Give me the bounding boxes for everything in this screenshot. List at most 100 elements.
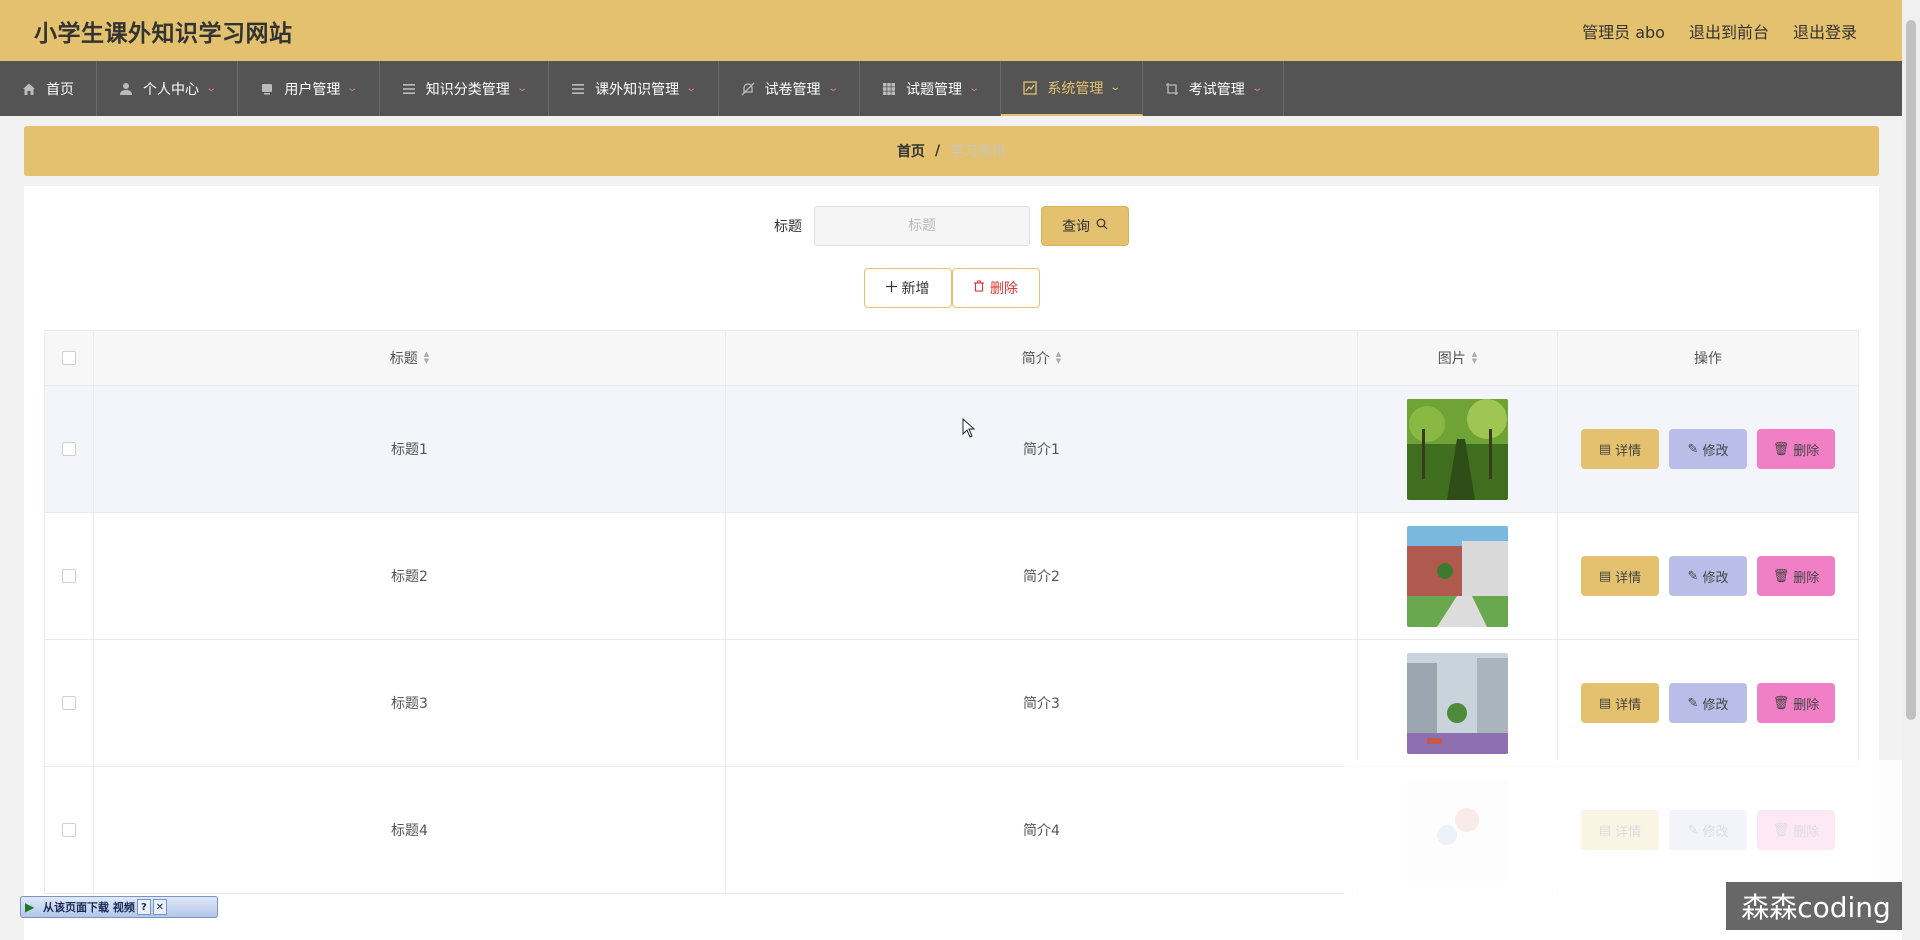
row-checkbox[interactable] [62, 442, 76, 456]
nav-label: 用户管理 [284, 81, 341, 98]
delete-label: 删除 [1793, 570, 1820, 586]
scrollbar-thumb[interactable] [1906, 20, 1916, 720]
nav-item-knowledge-category[interactable]: 知识分类管理 ⌄ [380, 61, 550, 116]
chevron-down-icon: ⌄ [685, 83, 698, 94]
search-icon [1096, 218, 1108, 234]
home-icon [22, 82, 36, 96]
title-search-input[interactable] [814, 206, 1030, 246]
header-title: 标题 [389, 351, 418, 367]
nav-label: 课外知识管理 [595, 81, 680, 98]
detail-button[interactable]: ▤详情 [1581, 556, 1659, 596]
pencil-icon: ✎ [1687, 568, 1699, 584]
header-checkbox-cell [44, 331, 94, 385]
row-intro: 简介1 [726, 386, 1358, 512]
thumbnail-image[interactable] [1407, 398, 1508, 500]
search-form: 标题 查询 [24, 206, 1879, 246]
row-checkbox-cell [44, 386, 94, 512]
delete-button[interactable]: 🗑删除 [1757, 683, 1835, 723]
delete-button[interactable]: 🗑删除 [1757, 556, 1835, 596]
nav-item-home[interactable]: 首页 [0, 61, 97, 116]
mouse-cursor-icon [962, 418, 976, 438]
nav-item-users[interactable]: 用户管理 ⌄ [238, 61, 380, 116]
nav-item-questions[interactable]: 试题管理 ⌄ [860, 61, 1002, 116]
edit-button[interactable]: ✎修改 [1669, 429, 1747, 469]
chevron-down-icon: ⌄ [968, 83, 981, 94]
row-checkbox[interactable] [62, 696, 76, 710]
nav-item-exams[interactable]: 考试管理 ⌄ [1143, 61, 1285, 116]
row-checkbox[interactable] [62, 569, 76, 583]
nav-item-extracurricular[interactable]: 课外知识管理 ⌄ [549, 61, 719, 116]
batch-delete-button[interactable]: 删除 [951, 268, 1040, 308]
sort-icon[interactable]: ▲ ▼ [1472, 351, 1477, 365]
header-operation-cell: 操作 [1558, 331, 1859, 385]
to-front-link[interactable]: 退出到前台 [1689, 19, 1769, 43]
site-title: 小学生课外知识学习网站 [34, 20, 293, 47]
nav-label: 知识分类管理 [425, 81, 510, 98]
list-icon [402, 82, 416, 96]
header-title-cell[interactable]: 标题 ▲ ▼ [94, 331, 726, 385]
nav-label: 首页 [46, 81, 74, 98]
table-header-row: 标题 ▲ ▼ 简介 ▲ ▼ 图片 ▲ ▼ 操作 [44, 330, 1859, 386]
row-intro: 简介4 [726, 767, 1358, 893]
batch-delete-label: 删除 [990, 281, 1018, 297]
nav-item-papers[interactable]: 试卷管理 ⌄ [719, 61, 860, 116]
row-intro: 简介2 [726, 513, 1358, 639]
breadcrumb-separator: / [934, 143, 941, 159]
breadcrumb-home[interactable]: 首页 [897, 141, 925, 161]
help-icon[interactable]: ? [136, 899, 151, 915]
document-icon: ▤ [1598, 695, 1612, 711]
header-intro-cell[interactable]: 简介 ▲ ▼ [726, 331, 1358, 385]
thumbnail-image[interactable] [1407, 652, 1508, 754]
plus-icon [885, 280, 897, 296]
download-label: 从该页面下载 视频 [43, 901, 135, 914]
delete-button[interactable]: 🗑删除 [1757, 429, 1835, 469]
list-icon [571, 82, 585, 96]
detail-button[interactable]: ▤详情 [1581, 683, 1659, 723]
edit-button[interactable]: ✎修改 [1669, 556, 1747, 596]
row-checkbox-cell [44, 513, 94, 639]
edit-label: 修改 [1702, 443, 1729, 459]
row-image-cell [1358, 386, 1558, 512]
edit-button[interactable]: ✎修改 [1669, 683, 1747, 723]
row-image-cell [1358, 513, 1558, 639]
row-image-cell [1358, 640, 1558, 766]
thumbnail-image[interactable] [1407, 525, 1508, 627]
delete-label: 删除 [1793, 697, 1820, 713]
nav-item-system[interactable]: 系统管理 ⌄ [1001, 61, 1143, 116]
user-icon [119, 82, 133, 96]
nav-label: 考试管理 [1188, 81, 1245, 98]
video-download-toolbar[interactable]: ▶ 从该页面下载 视频 ? ✕ [20, 896, 218, 918]
row-title: 标题3 [94, 640, 726, 766]
row-operations: ▤详情 ✎修改 🗑删除 [1558, 386, 1859, 512]
search-label: 标题 [774, 219, 802, 235]
vertical-scrollbar[interactable] [1902, 0, 1920, 940]
edit-label: 修改 [1702, 697, 1729, 713]
row-checkbox-cell [44, 640, 94, 766]
close-icon[interactable]: ✕ [152, 899, 167, 915]
search-button-label: 查询 [1062, 219, 1090, 235]
watermark: 森森coding [1726, 882, 1906, 930]
add-button[interactable]: 新增 [863, 268, 952, 308]
header-image-cell[interactable]: 图片 ▲ ▼ [1358, 331, 1558, 385]
table-row: 标题2 简介2 ▤ 详情 ✎ 修改 🗑 删除 [44, 513, 1859, 640]
nav-label: 个人中心 [143, 81, 199, 98]
select-all-checkbox[interactable] [62, 351, 76, 365]
detail-button[interactable]: ▤详情 [1581, 429, 1659, 469]
sort-icon[interactable]: ▲ ▼ [424, 351, 429, 365]
grid-icon [882, 82, 896, 96]
row-checkbox[interactable] [62, 823, 76, 837]
nav-item-personal[interactable]: 个人中心 ⌄ [97, 61, 239, 116]
logout-link[interactable]: 退出登录 [1793, 19, 1857, 43]
search-button[interactable]: 查询 [1041, 206, 1129, 246]
top-header: 小学生课外知识学习网站 管理员 abo 退出到前台 退出登录 [0, 0, 1902, 61]
table-row: 标题1 简介1 ▤ 详情 ✎ 修改 🗑 删除 [44, 386, 1859, 513]
bell-off-icon [741, 82, 755, 96]
document-icon: ▤ [1598, 441, 1612, 457]
play-icon: ▶ [25, 900, 35, 914]
nav-label: 试卷管理 [764, 81, 821, 98]
nav-label: 试题管理 [905, 81, 962, 98]
row-title: 标题4 [94, 767, 726, 893]
header-links: 管理员 abo 退出到前台 退出登录 [1582, 19, 1857, 43]
chevron-down-icon: ⌄ [516, 83, 528, 94]
sort-icon[interactable]: ▲ ▼ [1056, 351, 1061, 365]
